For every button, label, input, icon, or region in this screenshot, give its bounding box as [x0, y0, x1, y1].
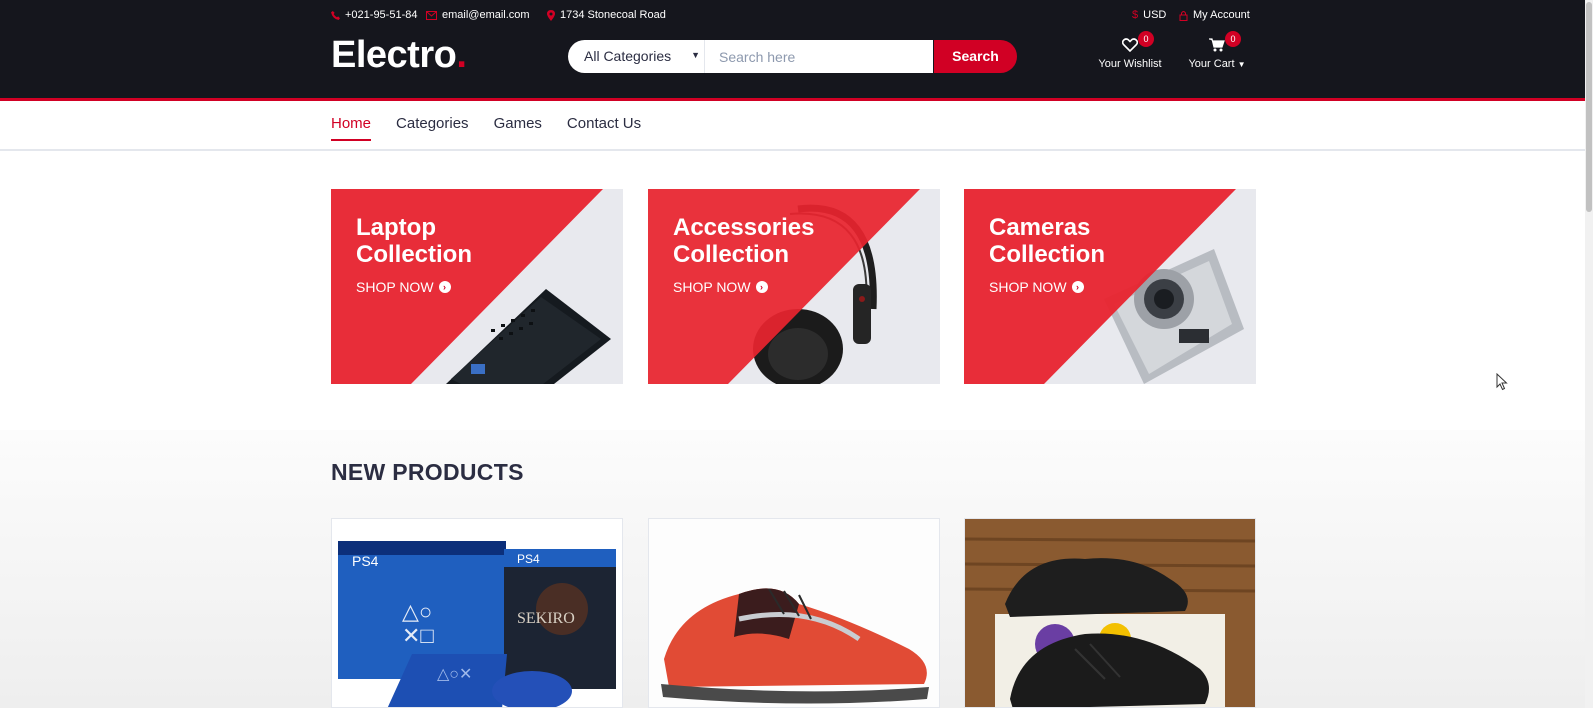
heart-icon	[1122, 38, 1138, 52]
map-marker-icon	[547, 9, 555, 21]
scrollbar-thumb[interactable]	[1586, 2, 1592, 212]
logo[interactable]: Electro.	[331, 34, 467, 77]
category-select[interactable]: All Categories ▼	[568, 40, 705, 73]
product-card[interactable]	[648, 518, 940, 708]
product-image-black-sneakers	[965, 519, 1255, 707]
svg-text:SEKIRO: SEKIRO	[517, 610, 575, 627]
wishlist-label: Your Wishlist	[1098, 58, 1162, 70]
phone-link[interactable]: +021-95-51-84	[331, 9, 417, 21]
search-button[interactable]: Search	[934, 40, 1017, 73]
svg-text:△○: △○	[402, 599, 432, 624]
top-bar: +021-95-51-84 email@email.com 1734 Stone…	[331, 9, 1256, 25]
nav-item-categories[interactable]: Categories	[396, 115, 469, 141]
section-title: NEW PRODUCTS	[331, 459, 524, 485]
site-header: +021-95-51-84 email@email.com 1734 Stone…	[0, 0, 1585, 101]
email-text: email@email.com	[442, 9, 530, 21]
arrow-circle-right-icon: ›	[438, 281, 451, 293]
shop-now-text: SHOP NOW	[356, 279, 434, 295]
nav-item-home[interactable]: Home	[331, 115, 372, 141]
product-image-ps4-bundle: PS4 △○ ✕□ PS4 SEKIRO △○✕	[332, 519, 622, 707]
shop-now-text: SHOP NOW	[989, 279, 1067, 295]
svg-text:△○✕: △○✕	[437, 666, 472, 683]
arrow-circle-right-icon: ›	[755, 281, 768, 293]
collection-banner-laptop[interactable]: Laptop Collection SHOP NOW ›	[331, 189, 623, 384]
svg-text:PS4: PS4	[352, 553, 379, 569]
dollar-icon: $	[1132, 9, 1139, 21]
mouse-cursor-icon	[1496, 373, 1508, 391]
collection-banner-cameras[interactable]: Cameras Collection SHOP NOW ›	[964, 189, 1256, 384]
logo-dot: .	[456, 34, 467, 76]
page-scrollbar[interactable]	[1585, 0, 1593, 708]
product-card[interactable]: PS4 △○ ✕□ PS4 SEKIRO △○✕	[331, 518, 623, 708]
email-link[interactable]: email@email.com	[426, 9, 530, 21]
collection-title-line2: Collection	[356, 241, 473, 268]
nav-item-games[interactable]: Games	[494, 115, 542, 141]
search-form: All Categories ▼ Search	[568, 40, 1017, 73]
user-icon	[1179, 10, 1188, 21]
envelope-icon	[426, 10, 437, 20]
shop-now-link[interactable]: SHOP NOW ›	[673, 279, 768, 295]
wishlist-link[interactable]: 0 Your Wishlist	[1090, 31, 1170, 70]
logo-text: Electro	[331, 34, 457, 76]
cart-count-badge: 0	[1225, 31, 1241, 47]
nav-item-contact-us[interactable]: Contact Us	[567, 115, 641, 141]
cart-link[interactable]: 0 Your Cart ▼	[1177, 31, 1257, 70]
collection-banner-accessories[interactable]: Accessories Collection SHOP NOW ›	[648, 189, 940, 384]
caret-down-icon: ▼	[1237, 60, 1246, 69]
collection-title: Laptop Collection	[356, 214, 556, 268]
product-image-running-shoe	[649, 519, 939, 707]
shop-now-link[interactable]: SHOP NOW ›	[989, 279, 1084, 295]
address-text: 1734 Stonecoal Road	[560, 9, 666, 21]
address-link[interactable]: 1734 Stonecoal Road	[547, 9, 666, 21]
collection-title-line1: Accessories	[673, 214, 815, 241]
wishlist-count-badge: 0	[1138, 31, 1154, 47]
phone-text: +021-95-51-84	[345, 9, 418, 21]
arrow-circle-right-icon: ›	[1071, 281, 1084, 293]
shop-now-text: SHOP NOW	[673, 279, 751, 295]
my-account-text: My Account	[1193, 9, 1250, 21]
cart-label: Your Cart ▼	[1177, 58, 1257, 70]
cart-icon	[1209, 38, 1225, 52]
collection-title: Cameras Collection	[989, 214, 1189, 268]
category-select-value: All Categories	[584, 48, 672, 64]
currency-link[interactable]: $ USD	[1132, 9, 1166, 21]
collection-title-line1: Cameras	[989, 214, 1091, 241]
currency-text: USD	[1143, 9, 1167, 21]
shop-now-link[interactable]: SHOP NOW ›	[356, 279, 451, 295]
collection-title: Accessories Collection	[673, 214, 873, 268]
caret-down-icon: ▼	[691, 50, 700, 60]
svg-text:PS4: PS4	[517, 552, 540, 566]
collection-title-line2: Collection	[673, 241, 790, 268]
collection-title-line1: Laptop	[356, 214, 436, 241]
main-nav: Home Categories Games Contact Us	[0, 101, 1585, 151]
search-input[interactable]	[705, 40, 933, 73]
my-account-link[interactable]: My Account	[1179, 9, 1250, 21]
collection-title-line2: Collection	[989, 241, 1106, 268]
product-card[interactable]	[964, 518, 1256, 708]
svg-text:✕□: ✕□	[402, 623, 434, 648]
cart-label-text: Your Cart	[1188, 58, 1235, 70]
phone-icon	[331, 10, 340, 20]
